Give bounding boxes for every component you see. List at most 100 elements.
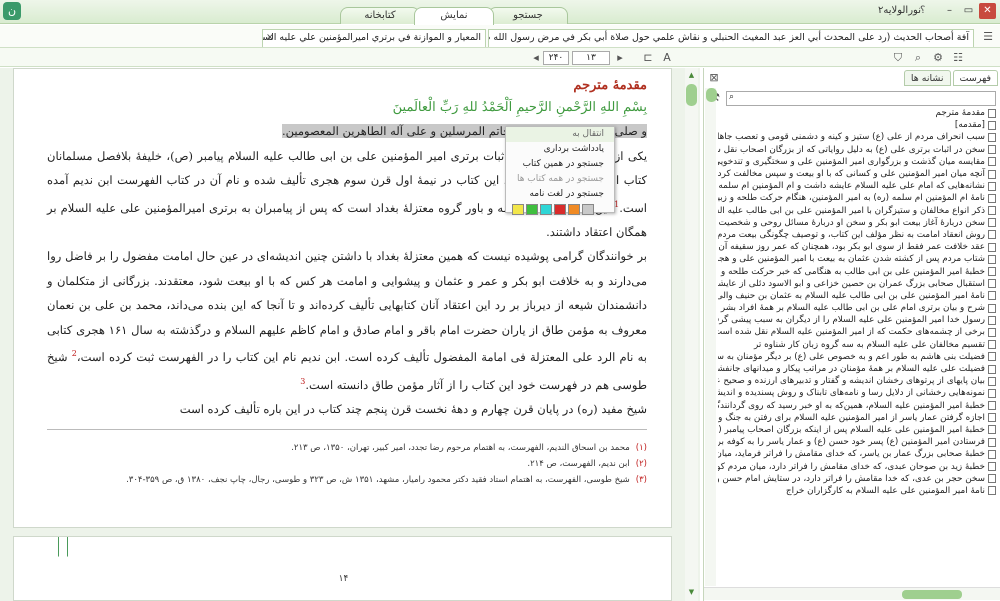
- document-icon: [988, 376, 996, 386]
- prev-page-icon[interactable]: ◂: [528, 50, 544, 66]
- toc-hscrollbar[interactable]: [704, 587, 1000, 600]
- toc-item[interactable]: فرستادن امیر المؤمنین (ع) پسر خود حسن (ع…: [718, 436, 996, 448]
- footnote-text: شیخ طوسی، الفهرست، به اهتمام استاد فقید …: [126, 475, 630, 485]
- toc-item-label: خطبهٔ امیر المؤمنین علیه السلام، همین‌که…: [718, 400, 985, 411]
- toc-item[interactable]: شتاب مردم پس از کشته شدن عثمان به بیعت ب…: [718, 253, 996, 265]
- color-swatch-orange[interactable]: [568, 204, 580, 215]
- list-view-icon[interactable]: ☰: [980, 29, 996, 45]
- toc-item[interactable]: خطبهٔ امیر المؤمنین علیه السلام، همین‌که…: [718, 400, 996, 412]
- scroll-thumb[interactable]: [686, 84, 697, 106]
- toc-item[interactable]: خطبهٔ صحابی بزرگ عمار بن یاسر، که خدای م…: [718, 448, 996, 460]
- toc-item[interactable]: سخن دربارهٔ آغاز بیعت ابو بکر و سخن او د…: [718, 217, 996, 229]
- toc-item[interactable]: نامهٔ امیر المؤمنین علی علیه السلام به ک…: [718, 485, 996, 497]
- tab-bookmarks[interactable]: نشانه ها: [903, 70, 951, 86]
- toc-item[interactable]: عقد خلافت عمر فقط از سوی ابو بکر بود، هم…: [718, 241, 996, 253]
- color-swatch-red[interactable]: [554, 204, 566, 215]
- toc-item[interactable]: نمونه‌هایی رخشانی از دلایل رسا و نامه‌ها…: [718, 387, 996, 399]
- toc-item-label: سبب انحراف مردم از علی (ع) ستیز و کینه و…: [718, 132, 985, 143]
- toc-item[interactable]: نشانه‌هایی که امام علی علیه السلام عایشه…: [718, 180, 996, 192]
- toc-item[interactable]: فضیلت علی علیه السلام بر همهٔ مؤمنان در …: [718, 363, 996, 375]
- tab-view[interactable]: نمایش: [414, 7, 494, 25]
- toc-hscroll-thumb[interactable]: [902, 590, 962, 599]
- doc-tab-miyar[interactable]: المعيار و الموازنة في برتري اميرالمؤمنين…: [262, 29, 486, 47]
- footnote: (۱) محمد بن اسحاق الندیم، الفهرست، به اهت…: [47, 440, 647, 456]
- minimize-button[interactable]: –: [941, 3, 958, 19]
- toc-item[interactable]: مقدمهٔ مترجم: [718, 107, 996, 119]
- close-pane-icon[interactable]: ⊠: [706, 70, 722, 86]
- toc-item[interactable]: فضیلت بنی هاشم به طور اعم و به خصوص علی …: [718, 351, 996, 363]
- toc-item[interactable]: خطبهٔ زید بن صوحان عبدی، که خدای مقامش ر…: [718, 460, 996, 472]
- maximize-button[interactable]: ▭: [960, 3, 977, 19]
- list-icon[interactable]: ☷: [950, 50, 966, 66]
- color-swatch-cyan[interactable]: [540, 204, 552, 215]
- font-icon[interactable]: A: [659, 50, 675, 66]
- document-icon: [988, 291, 996, 301]
- close-tab-icon[interactable]: ×: [266, 30, 274, 46]
- paragraph-3: شیخ مفید (ره) در پایان قرن چهارم و دههٔ …: [179, 401, 647, 416]
- toc-item[interactable]: سبب انحراف مردم از علی (ع) ستیز و کینه و…: [718, 131, 996, 143]
- toc-scroll-thumb[interactable]: [706, 88, 717, 102]
- search-icon[interactable]: ⌕: [910, 50, 926, 66]
- document-scrollbar[interactable]: ▲ ▼: [685, 68, 698, 601]
- tab-library[interactable]: کتابخانه: [340, 7, 420, 24]
- tab-toc[interactable]: فهرست: [952, 70, 998, 86]
- doc-tab-afat[interactable]: آفة أصحاب الحديث (رد على المحدث أبي العز…: [488, 29, 974, 47]
- toolbar-icons: ☰: [980, 29, 996, 45]
- toc-item[interactable]: استقبال صحابی بزرگ عمران بن حصین خزاعی و…: [718, 278, 996, 290]
- toc-scrollbar[interactable]: [705, 88, 717, 586]
- toc-item[interactable]: [مقدمه]: [718, 119, 996, 131]
- toc-item[interactable]: نامهٔ ام المؤمنین ام سلمه (ره) به امیر ا…: [718, 192, 996, 204]
- next-page-icon[interactable]: ▸: [612, 50, 628, 66]
- toc-item-label: مقایسه میان گذشت و بزرگواری امیر المؤمنی…: [718, 156, 985, 167]
- total-pages: ۲۴۰: [543, 51, 569, 65]
- document-icon: [988, 279, 996, 289]
- document-icon: [988, 157, 996, 167]
- color-swatch-green[interactable]: [526, 204, 538, 215]
- toc-item[interactable]: سخن حجر بن عدی، که خدا مقامش را فراتر دا…: [718, 473, 996, 485]
- footnote-text: ابن ندیم، الفهرست، ص ۲۱۴.: [527, 459, 630, 469]
- toc-item[interactable]: رسول خدا امیر المؤمنین علی علیه السلام ر…: [718, 314, 996, 326]
- document-icon: [988, 242, 996, 252]
- toc-item[interactable]: برخی از چشمه‌های حکمت که از امیر المؤمنی…: [718, 326, 996, 338]
- color-swatch-yellow[interactable]: [512, 204, 524, 215]
- help-icon[interactable]: ؟: [920, 5, 925, 16]
- menu-item-goto[interactable]: انتقال به: [506, 127, 614, 142]
- document-icon: [988, 340, 996, 350]
- page-input[interactable]: ۱۳: [572, 51, 610, 65]
- shield-icon[interactable]: ⛉: [890, 50, 906, 66]
- toc-item-label: رسول خدا امیر المؤمنین علی علیه السلام ر…: [718, 315, 985, 326]
- toc-item[interactable]: اجازه گرفتن عمار یاسر از امیر المؤمنین ع…: [718, 412, 996, 424]
- gear-icon[interactable]: ⚙: [930, 50, 946, 66]
- tab-search[interactable]: جستجو: [488, 7, 568, 24]
- menu-item-dictionary[interactable]: جستجو در لغت نامه: [506, 187, 614, 202]
- toc-item[interactable]: ذکر انواع مخالفان و ستیزگران با امیر الم…: [718, 205, 996, 217]
- menu-item-search-all[interactable]: جستجو در همه کتاب ها: [506, 172, 614, 187]
- scroll-down-icon[interactable]: ▼: [686, 587, 697, 598]
- bookmark-icon[interactable]: ⊏: [640, 50, 656, 66]
- toc-item[interactable]: آنچه میان امیر المؤمنین علی و کسانی که ب…: [718, 168, 996, 180]
- toc-item[interactable]: روش انعقاد امامت به نظر مؤلف این کتاب، و…: [718, 229, 996, 241]
- menu-item-note[interactable]: یادداشت برداری: [506, 142, 614, 157]
- footnote-number: (۲): [635, 459, 647, 469]
- color-swatch-gray[interactable]: [582, 204, 594, 215]
- toc-item[interactable]: سخن در اثبات برتری علی (ع) به دلیل روایا…: [718, 144, 996, 156]
- toc-search-input[interactable]: ⌕: [726, 91, 996, 106]
- toc-item[interactable]: تقسیم مخالفان علی علیه السلام به سه گروه…: [718, 339, 996, 351]
- close-button[interactable]: ✕: [979, 3, 996, 19]
- toc-item[interactable]: بیان پایهای از پرتوهای رخشان اندیشه و گف…: [718, 375, 996, 387]
- toc-item-label: آنچه میان امیر المؤمنین علی و کسانی که ب…: [718, 169, 985, 180]
- app-title: نورالولایه۲: [878, 5, 921, 16]
- menu-item-search-book[interactable]: جستجو در همین کتاب: [506, 157, 614, 172]
- toc-item[interactable]: شرح و بیان برتری امام علی بن ابی طالب عل…: [718, 302, 996, 314]
- toc-item-label: نامهٔ ام المؤمنین ام سلمه (ره) به امیر ا…: [718, 193, 985, 204]
- toc-item-label: مقدمهٔ مترجم: [935, 108, 985, 119]
- document-icon: [988, 413, 996, 423]
- footnote-number: (۳): [635, 475, 647, 485]
- toc-item[interactable]: خطبهٔ امیر المؤمنین علی علیه السلام پس ا…: [718, 424, 996, 436]
- toc-item[interactable]: مقایسه میان گذشت و بزرگواری امیر المؤمنی…: [718, 156, 996, 168]
- scroll-up-icon[interactable]: ▲: [686, 70, 697, 81]
- toc-item-label: فضیلت علی علیه السلام بر همهٔ مؤمنان در …: [718, 364, 985, 375]
- toc-item[interactable]: خطبهٔ امیر المؤمنین علی بن ابی طالب به ه…: [718, 265, 996, 277]
- toc-item[interactable]: نامهٔ امیر المؤمنین علی بن ابی طالب علیه…: [718, 290, 996, 302]
- highlight-colors: [506, 202, 614, 217]
